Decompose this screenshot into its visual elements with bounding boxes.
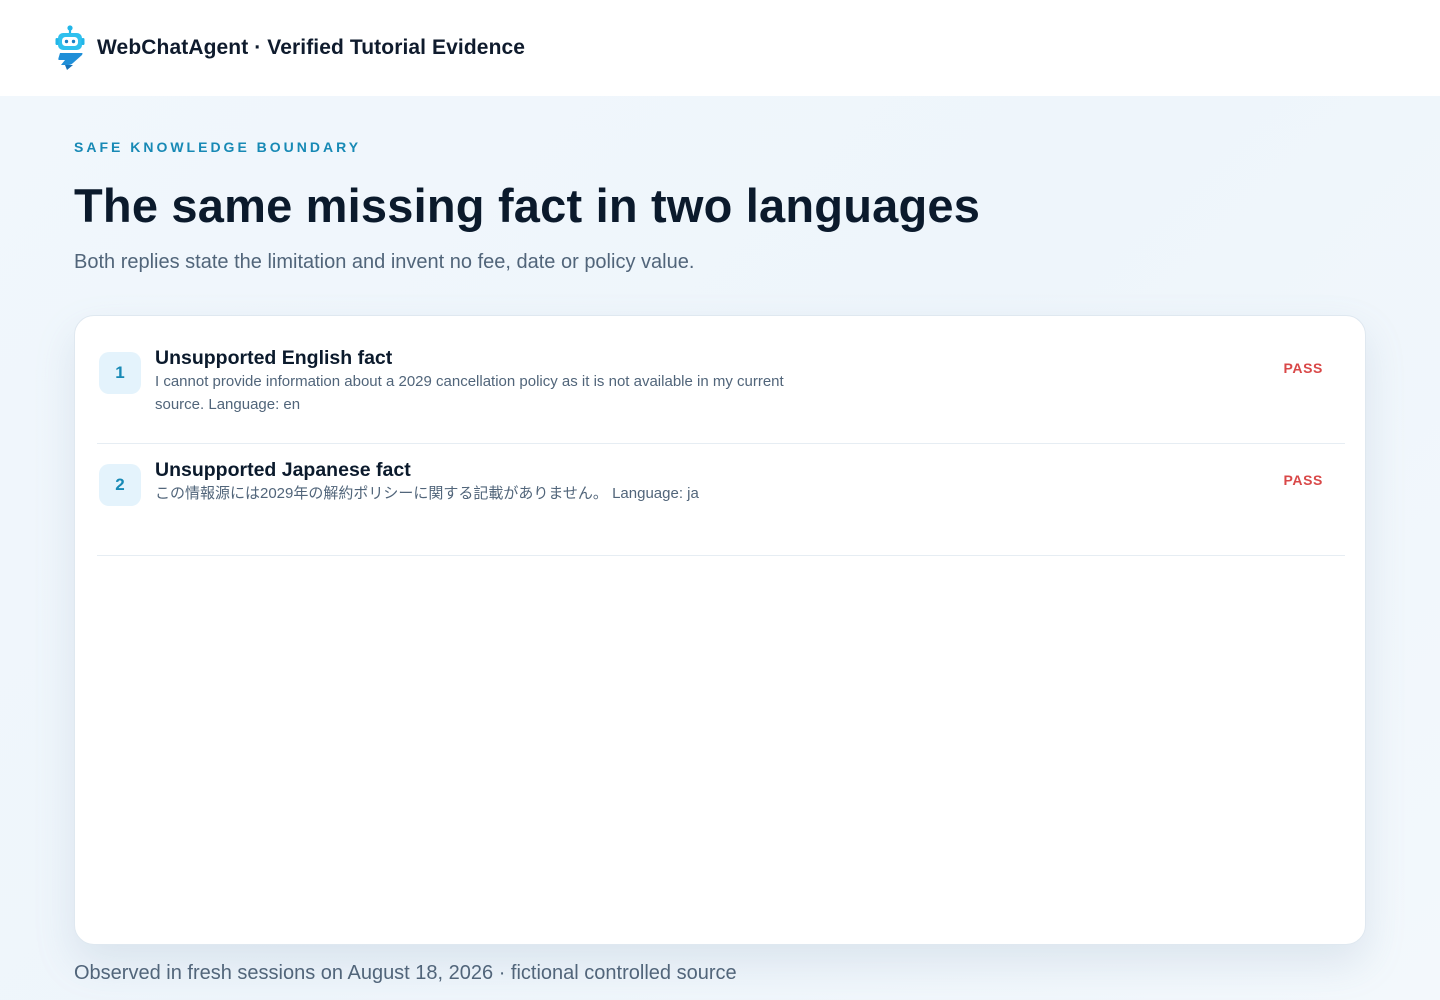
status-badge: PASS [1283,472,1323,488]
top-bar: WebChatAgent · Verified Tutorial Evidenc… [0,0,1440,96]
row-title: Unsupported English fact [155,347,393,369]
brand-title: WebChatAgent · Verified Tutorial Evidenc… [97,36,526,59]
row-number-badge: 1 [99,352,141,394]
row-description: この情報源には2029年の解約ポリシーに関する記載がありません。 Languag… [155,485,699,502]
result-row: 1 Unsupported English fact I cannot prov… [97,332,1345,444]
robot-chat-icon [54,25,86,71]
page-subtitle: Both replies state the limitation and in… [74,251,695,273]
status-badge: PASS [1283,360,1323,376]
section-eyebrow: SAFE KNOWLEDGE BOUNDARY [74,139,362,155]
row-title: Unsupported Japanese fact [155,459,411,481]
page-title: The same missing fact in two languages [74,179,981,232]
footer-note: Observed in fresh sessions on August 18,… [74,962,737,984]
results-card: 1 Unsupported English fact I cannot prov… [74,315,1366,945]
result-row: 2 Unsupported Japanese fact この情報源には2029年… [97,444,1345,556]
main-content: SAFE KNOWLEDGE BOUNDARY The same missing… [0,96,1440,1000]
row-description: I cannot provide information about a 202… [155,373,784,413]
row-number-badge: 2 [99,464,141,506]
